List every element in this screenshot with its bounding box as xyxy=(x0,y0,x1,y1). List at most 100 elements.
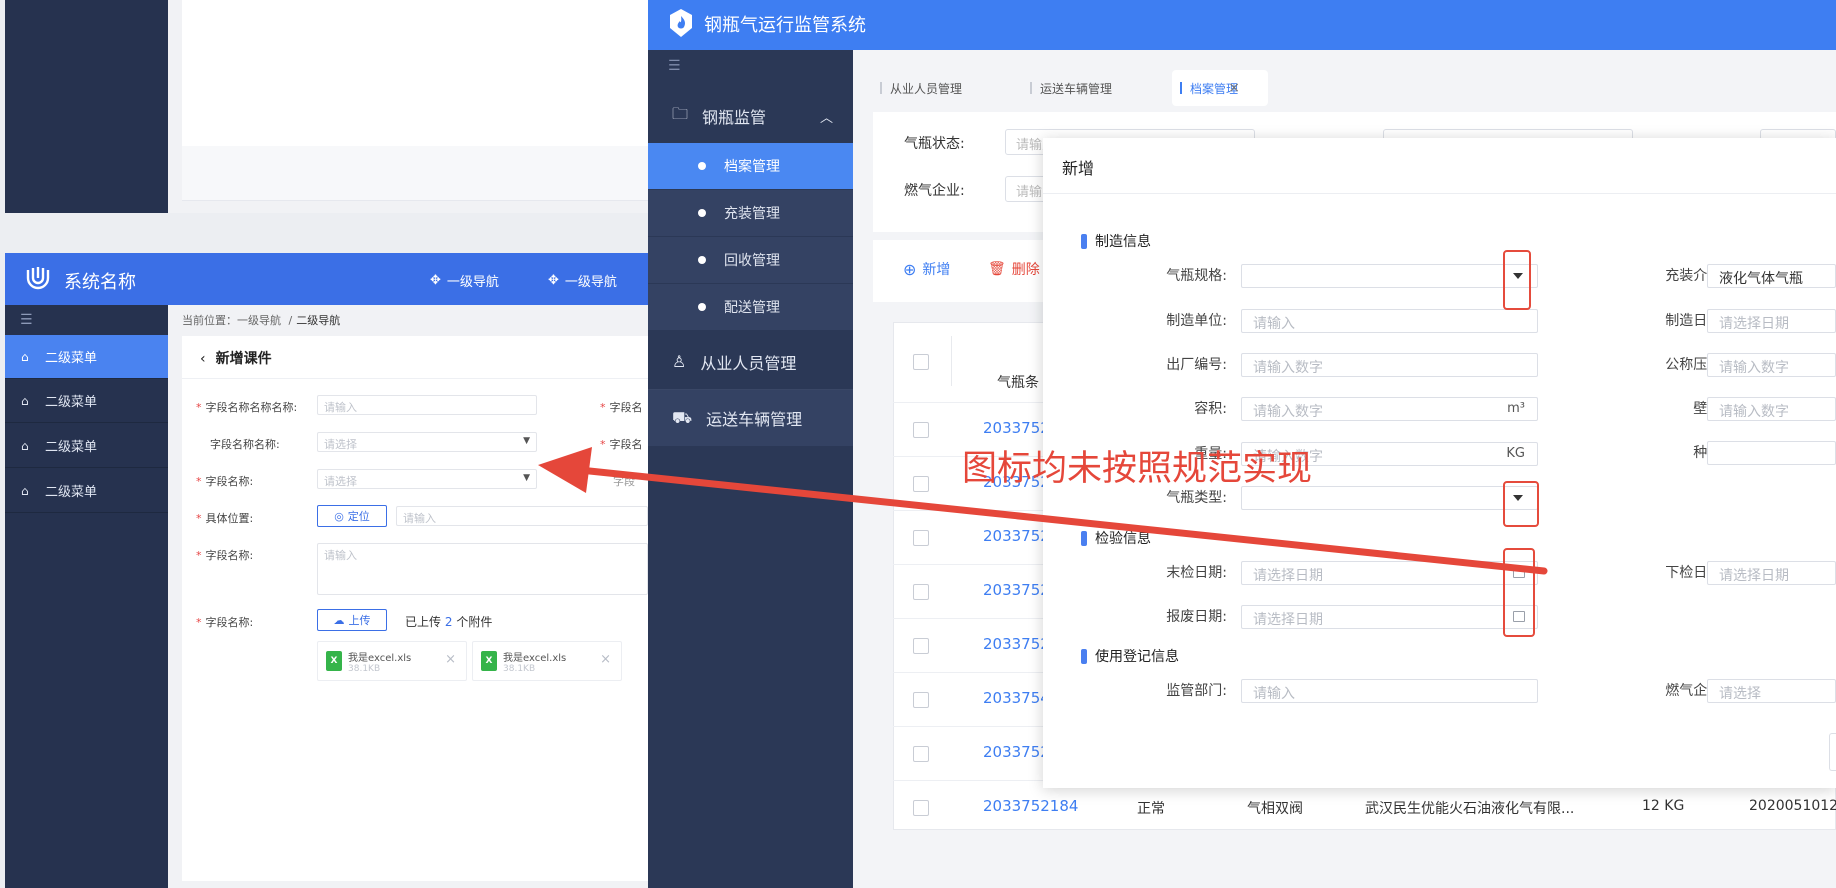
top-nav-item-2[interactable]: ✥ 一级导航 xyxy=(548,271,617,290)
close-icon[interactable]: × xyxy=(445,652,456,667)
annotation-highlight-box xyxy=(1503,250,1531,310)
select-medium[interactable]: 液化气体气瓶 xyxy=(1707,264,1836,288)
excel-file-icon: X xyxy=(326,651,342,671)
cloud-upload-icon: ☁ xyxy=(333,613,345,627)
dialog-title: 新增 xyxy=(1062,159,1095,178)
input-pressure[interactable]: 请输入数字 xyxy=(1707,353,1836,377)
field-label-6: * 字段名称: xyxy=(196,616,254,629)
label-wall: 壁厚: xyxy=(1546,398,1726,418)
column-header[interactable]: 气瓶条 xyxy=(997,372,1039,392)
sidebar-item-4[interactable]: ⌂ 二级菜单 xyxy=(5,469,168,513)
row-checkbox[interactable] xyxy=(913,746,929,762)
label-next-check: 下检日期: xyxy=(1665,565,1726,581)
left-top-sidebar xyxy=(5,0,168,213)
input-maker[interactable]: 请输入 xyxy=(1241,309,1538,333)
file-card-2[interactable]: X 我是excel.xls 38.1KB × xyxy=(472,641,622,681)
sidebar-group-vehicle[interactable]: ⛟ 运送车辆管理 xyxy=(648,390,853,446)
plus-circle-icon: ⊕ xyxy=(903,259,917,279)
field-label-3: * 字段名称: xyxy=(196,475,254,488)
excel-file-icon: X xyxy=(481,651,497,671)
caret-down-icon: ▼ xyxy=(523,436,530,446)
close-icon[interactable]: × xyxy=(1228,80,1240,96)
field-select-3[interactable]: 请选择 ▼ xyxy=(317,469,537,489)
select-spec[interactable] xyxy=(1241,264,1538,288)
locate-button[interactable]: ◎ 定位 xyxy=(317,505,387,527)
delete-button[interactable]: 🗑 删除 xyxy=(988,259,1040,279)
tab-vehicle[interactable]: 运送车辆管理 xyxy=(1030,70,1112,106)
row-checkbox[interactable] xyxy=(913,638,929,654)
label-scrap: 报废日期: xyxy=(1166,609,1227,625)
label-spec: 气瓶规格: xyxy=(1166,268,1227,284)
label-dept: 监管部门: xyxy=(1166,683,1227,699)
label-kind: 种类: xyxy=(1546,442,1726,462)
grid-icon: ✥ xyxy=(430,273,441,288)
page-title: ‹ 新增课件 xyxy=(200,351,272,367)
sidebar-item-recycle[interactable]: 回收管理 xyxy=(648,237,853,284)
sidebar-item-archive[interactable]: 档案管理 xyxy=(648,143,853,190)
home-icon: ⌂ xyxy=(21,393,29,408)
sidebar-group-staff[interactable]: ♙ 从业人员管理 xyxy=(648,334,853,390)
chevron-up-icon: ︿ xyxy=(819,110,833,126)
date-next-check[interactable]: 请选择日期 xyxy=(1707,561,1836,585)
menu-fold-icon[interactable]: ☰ xyxy=(668,58,681,74)
select-kind[interactable] xyxy=(1707,441,1836,465)
tab-archive[interactable]: 档案管理 × xyxy=(1172,70,1269,106)
dialog-button-edge[interactable] xyxy=(1829,733,1836,771)
section-manufacture: 制造信息 xyxy=(1081,231,1151,251)
tab-staff[interactable]: 从业人员管理 xyxy=(880,70,962,106)
input-volume[interactable]: 请输入数字 m³ xyxy=(1241,397,1538,421)
section-usage: 使用登记信息 xyxy=(1081,646,1179,666)
trash-icon: 🗑 xyxy=(988,261,1006,277)
sidebar-item-delivery[interactable]: 配送管理 xyxy=(648,284,853,331)
field-label-5: * 字段名称: xyxy=(196,549,254,562)
row-checkbox[interactable] xyxy=(913,800,929,816)
file-card-1[interactable]: X 我是excel.xls 38.1KB × xyxy=(317,641,467,681)
filter-label-company: 燃气企业: xyxy=(904,183,965,199)
user-icon: ♙ xyxy=(672,352,687,371)
field-input-1[interactable]: 请输入 xyxy=(317,395,537,415)
car-icon: ⛟ xyxy=(672,407,693,427)
select-all-checkbox[interactable] xyxy=(913,354,929,370)
annotation-text: 图标均未按照规范实现 xyxy=(962,449,1313,489)
input-dept[interactable]: 请输入 xyxy=(1241,679,1538,703)
home-icon: ⌂ xyxy=(21,483,29,498)
left-app-title: 系统名称 xyxy=(64,272,136,293)
row-checkbox[interactable] xyxy=(913,422,929,438)
add-button[interactable]: ⊕ 新增 xyxy=(903,259,950,279)
select-gas-company[interactable]: 请选择 xyxy=(1707,679,1836,703)
table-row-last[interactable]: 2033752184 正常 气相双阀 武汉民生优能火石油液化气有限... 12 … xyxy=(893,780,1836,834)
breadcrumb: 当前位置：一级导航 / 二级导航 xyxy=(182,314,341,327)
field-label-4: * 具体位置: xyxy=(196,512,254,525)
input-wall[interactable]: 请输入数字 xyxy=(1707,397,1836,421)
menu-fold-icon[interactable]: ☰ xyxy=(20,312,33,328)
field-select-2[interactable]: 请选择 ▼ xyxy=(317,432,537,452)
home-icon: ⌂ xyxy=(21,438,29,453)
upload-button[interactable]: ☁ 上传 xyxy=(317,609,387,631)
right-app-title: 钢瓶气运行监管系统 xyxy=(704,15,866,36)
sidebar-item-2[interactable]: ⌂ 二级菜单 xyxy=(5,379,168,423)
label-volume: 容积: xyxy=(1194,401,1227,417)
label-medium: 充装介质: xyxy=(1665,268,1726,284)
locate-icon: ◎ xyxy=(334,509,344,523)
label-pressure: 公称压力: xyxy=(1665,357,1726,373)
app-logo-icon xyxy=(26,267,50,290)
row-checkbox[interactable] xyxy=(913,692,929,708)
form-card xyxy=(182,336,648,881)
sidebar-group-cylinder[interactable]: 🗀 钢瓶监管 ︿ xyxy=(648,90,853,142)
home-icon: ⌂ xyxy=(21,349,29,364)
chevron-left-icon[interactable]: ‹ xyxy=(200,351,206,367)
sidebar-item-filling[interactable]: 充装管理 xyxy=(648,190,853,237)
dialog-divider xyxy=(1043,193,1836,194)
field-label-2: 字段名称名称: xyxy=(210,438,280,451)
date-scrap[interactable]: 请选择日期 xyxy=(1241,605,1538,629)
sidebar-item-3[interactable]: ⌂ 二级菜单 xyxy=(5,424,168,468)
filter-label-status: 气瓶状态: xyxy=(904,136,965,152)
date-mfg[interactable]: 请选择日期 xyxy=(1707,309,1836,333)
label-maker: 制造单位: xyxy=(1166,313,1227,329)
gas-flame-logo-icon xyxy=(670,9,692,37)
input-serial[interactable]: 请输入数字 xyxy=(1241,353,1538,377)
upload-status: 已上传 2 个附件 xyxy=(405,615,493,629)
top-nav-item-1[interactable]: ✥ 一级导航 xyxy=(430,271,499,290)
close-icon[interactable]: × xyxy=(600,652,611,667)
sidebar-item-1[interactable]: ⌂ 二级菜单 xyxy=(5,335,168,379)
